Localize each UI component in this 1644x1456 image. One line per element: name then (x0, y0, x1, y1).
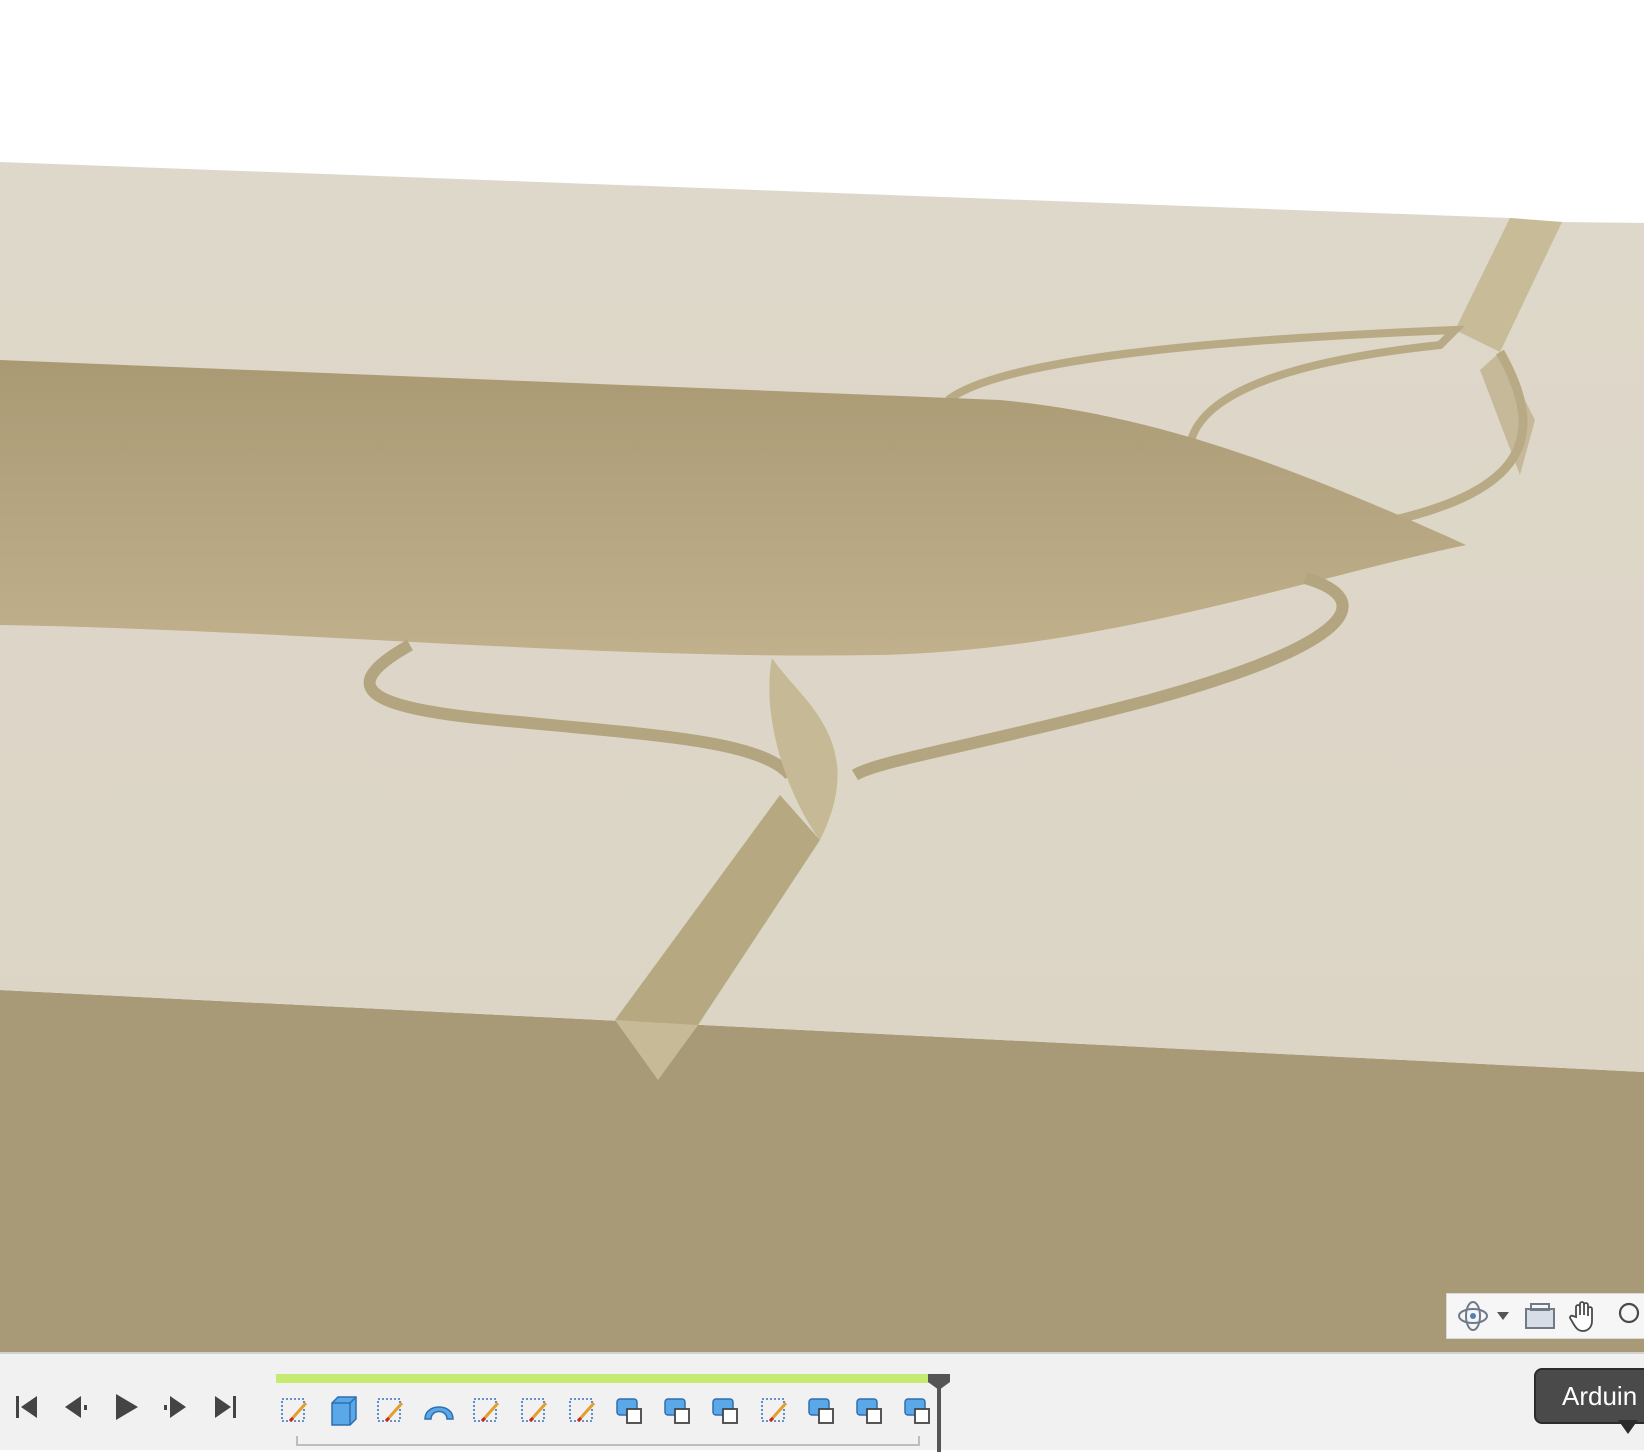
tooltip: Arduin (1534, 1368, 1644, 1424)
sketch-icon (569, 1398, 596, 1423)
feature-combine-1[interactable] (612, 1390, 650, 1430)
feature-combine-5[interactable] (852, 1390, 890, 1430)
timeline-bar (0, 1352, 1644, 1452)
orbit-button[interactable] (1455, 1296, 1513, 1336)
sketch-icon (473, 1398, 500, 1423)
feature-combine-4[interactable] (804, 1390, 842, 1430)
pan-hand-icon (1569, 1301, 1593, 1332)
feature-sketch-3[interactable] (468, 1390, 506, 1430)
tooltip-text: Arduin (1562, 1380, 1638, 1411)
feature-extrude-1[interactable] (324, 1390, 362, 1430)
go-to-start-button[interactable] (6, 1387, 46, 1427)
feature-sketch-2[interactable] (372, 1390, 410, 1430)
step-forward-icon (164, 1396, 186, 1418)
sketch-icon (761, 1398, 788, 1423)
feature-combine-2[interactable] (660, 1390, 698, 1430)
zoom-button[interactable] (1611, 1296, 1641, 1336)
feature-sketch-1[interactable] (276, 1390, 314, 1430)
go-to-start-icon (16, 1396, 37, 1418)
history-marker[interactable] (924, 1374, 954, 1452)
combine-icon (616, 1398, 642, 1424)
model-viewport[interactable] (0, 0, 1644, 1352)
navigation-toolbar (1446, 1293, 1644, 1339)
feature-timeline (276, 1374, 956, 1452)
play-icon (116, 1394, 138, 1420)
combine-icon (664, 1398, 690, 1424)
sketch-icon (377, 1398, 404, 1423)
timeline-progress (276, 1374, 940, 1383)
playback-controls (6, 1384, 246, 1430)
look-at-button[interactable] (1523, 1296, 1557, 1336)
play-button[interactable] (106, 1387, 146, 1427)
go-to-end-button[interactable] (206, 1387, 246, 1427)
sketch-icon (521, 1398, 548, 1423)
step-back-button[interactable] (56, 1387, 96, 1427)
orbit-icon (1458, 1301, 1509, 1331)
look-at-icon (1525, 1303, 1555, 1329)
marker-handle-icon (928, 1374, 950, 1452)
extrude-icon (331, 1396, 357, 1426)
go-to-end-icon (215, 1396, 236, 1418)
combine-icon (856, 1398, 882, 1424)
step-forward-button[interactable] (156, 1387, 196, 1427)
zoom-icon (1618, 1302, 1640, 1324)
feature-combine-3[interactable] (708, 1390, 746, 1430)
sketch-icon (281, 1398, 308, 1423)
combine-icon (712, 1398, 738, 1424)
feature-sketch-4[interactable] (516, 1390, 554, 1430)
step-back-icon (65, 1396, 87, 1418)
sweep-icon (424, 1406, 454, 1420)
timeline-axis (296, 1436, 920, 1446)
feature-list (276, 1390, 938, 1430)
feature-sweep-1[interactable] (420, 1390, 458, 1430)
combine-icon (808, 1398, 834, 1424)
tooltip-tail (1618, 1420, 1638, 1434)
feature-sketch-6[interactable] (756, 1390, 794, 1430)
pan-button[interactable] (1567, 1296, 1601, 1336)
model-canvas[interactable] (0, 0, 1644, 1352)
feature-sketch-5[interactable] (564, 1390, 602, 1430)
